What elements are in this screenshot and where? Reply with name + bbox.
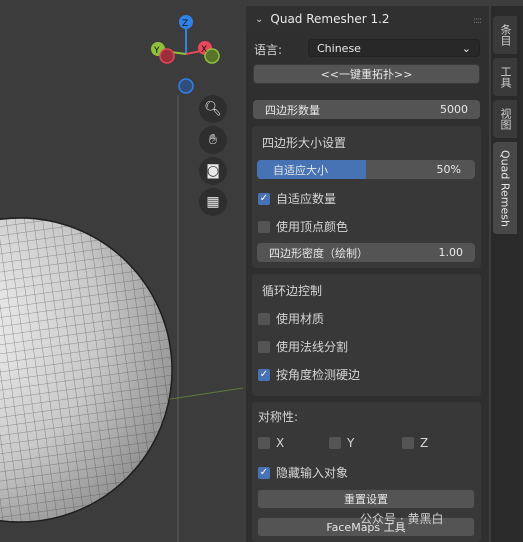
density-value: 1.00 [438, 246, 464, 259]
tab-tool-label: 工具 [499, 66, 512, 88]
checkbox-icon[interactable] [258, 437, 270, 449]
gizmo-x-label: X [201, 45, 207, 55]
language-value: Chinese [317, 41, 361, 55]
checkbox-icon[interactable]: ✓ [258, 466, 270, 479]
tab-tool[interactable]: 工具 [493, 58, 517, 96]
tab-view-label: 视图 [499, 108, 512, 130]
checkbox-icon[interactable] [258, 340, 270, 353]
checkbox-icon[interactable] [329, 437, 341, 449]
adaptive-size-slider[interactable]: 自适应大小 50% [257, 160, 475, 179]
symmetry-x-checkbox[interactable]: X [258, 436, 284, 450]
tab-view[interactable]: 视图 [493, 100, 517, 138]
symmetry-title: 对称性: [258, 410, 299, 424]
symmetry-z-label: Z [420, 436, 429, 450]
tab-item-label: 条目 [499, 24, 512, 46]
checkbox-icon[interactable] [258, 312, 270, 325]
adaptive-count-label: 自适应数量 [276, 192, 337, 206]
camera-icon[interactable]: ◙ [199, 157, 227, 185]
panel-title: Quad Remesher 1.2 [270, 12, 390, 26]
grid-icon[interactable]: ▦ [199, 188, 227, 216]
sphere-mesh [0, 217, 173, 523]
vertex-color-checkbox[interactable]: 使用顶点颜色 [258, 218, 348, 235]
loop-section: 循环边控制 使用材质 使用法线分割 ✓ 按角度检测硬边 [252, 274, 481, 396]
vertex-color-label: 使用顶点颜色 [276, 220, 349, 234]
symmetry-z-checkbox[interactable]: Z [402, 436, 428, 450]
size-section-title: 四边形大小设置 [262, 136, 347, 150]
checkbox-icon[interactable] [258, 220, 270, 233]
tab-quad-remesh[interactable]: Quad Remesh [493, 142, 517, 234]
adaptive-size-value: 50% [436, 163, 461, 176]
quad-count-field[interactable]: 四边形数量 5000 [253, 100, 480, 119]
quad-remesher-panel: ⌄ Quad Remesher 1.2 :::: 语言: Chinese ⌄ <… [246, 6, 489, 542]
panel-header[interactable]: ⌄ Quad Remesher 1.2 :::: [246, 6, 489, 32]
checkbox-icon[interactable] [402, 437, 414, 449]
language-select[interactable]: Chinese ⌄ [308, 39, 480, 57]
size-section: 四边形大小设置 自适应大小 50% ✓ 自适应数量 使用顶点颜色 四边形密度（绘… [252, 126, 481, 268]
angle-label: 按角度检测硬边 [276, 368, 361, 382]
use-material-label: 使用材质 [276, 312, 325, 326]
remesh-button[interactable]: <<一键重拓扑>> [253, 64, 480, 84]
hide-input-checkbox[interactable]: ✓ 隐藏输入对象 [258, 464, 348, 481]
use-normals-label: 使用法线分割 [276, 340, 349, 354]
3d-viewport[interactable]: Z Y X 🔍︎ ✋︎ ◙ ▦ [0, 0, 243, 542]
quad-count-value: 5000 [440, 103, 468, 116]
density-field[interactable]: 四边形密度（绘制） 1.00 [257, 243, 475, 262]
language-label: 语言: [254, 43, 283, 57]
hide-input-label: 隐藏输入对象 [276, 466, 349, 480]
density-label: 四边形密度（绘制） [269, 246, 368, 260]
adaptive-count-checkbox[interactable]: ✓ 自适应数量 [258, 190, 336, 207]
use-normals-checkbox[interactable]: 使用法线分割 [258, 338, 348, 355]
quad-count-label: 四边形数量 [265, 103, 320, 117]
chevron-down-icon[interactable]: ⌄ [255, 14, 263, 25]
symmetry-y-label: Y [347, 436, 355, 450]
gizmo-z-label: Z [182, 19, 188, 29]
angle-checkbox[interactable]: ✓ 按角度检测硬边 [258, 366, 360, 383]
sidebar-tabs: 条目 工具 视图 Quad Remesh [491, 6, 523, 542]
reset-settings-button[interactable]: 重置设置 [257, 489, 475, 509]
tab-item[interactable]: 条目 [493, 16, 517, 54]
symmetry-x-label: X [276, 436, 285, 450]
watermark: 公众号 · 黄黑白 [360, 512, 444, 526]
symmetry-y-checkbox[interactable]: Y [329, 436, 354, 450]
gizmo-y-label: Y [153, 46, 160, 56]
hand-icon[interactable]: ✋︎ [199, 126, 227, 154]
viewport-scene: Z Y X [0, 15, 243, 542]
chevron-down-icon: ⌄ [461, 41, 471, 55]
use-material-checkbox[interactable]: 使用材质 [258, 310, 324, 327]
checkbox-icon[interactable]: ✓ [258, 192, 270, 205]
checkbox-icon[interactable]: ✓ [258, 368, 270, 381]
loop-section-title: 循环边控制 [262, 284, 323, 298]
adaptive-size-label: 自适应大小 [273, 163, 328, 177]
zoom-icon[interactable]: 🔍︎ [199, 95, 227, 123]
drag-grip-icon[interactable]: :::: [473, 16, 482, 26]
tab-quad-remesh-label: Quad Remesh [498, 149, 512, 227]
